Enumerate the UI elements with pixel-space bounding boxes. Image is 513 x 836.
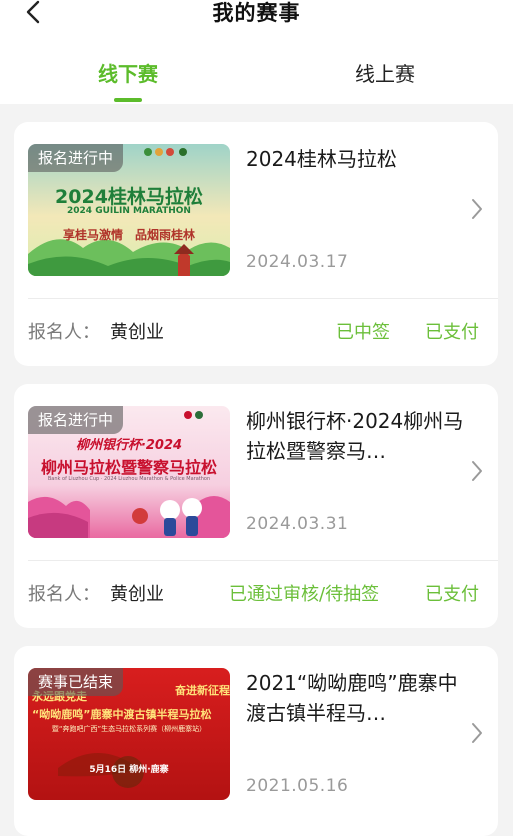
banner-slogan: 享桂马激情 品烟雨桂林 [62, 228, 195, 242]
lottery-status: 已中签 [336, 322, 390, 343]
event-card[interactable]: 2024桂林马拉松 2024 GUILIN MARATHON 享桂马激情 品烟雨… [14, 122, 498, 366]
chevron-right-icon[interactable] [469, 458, 485, 484]
status-badge: 赛事已结束 [28, 668, 124, 696]
banner-title: “呦呦鹿鸣”鹿寨中渡古镇半程马拉松 [32, 708, 212, 721]
event-title: 2024桂林马拉松 [246, 147, 397, 171]
payment-status: 已支付 [425, 322, 479, 343]
divider [28, 560, 498, 561]
tab-online[interactable]: 线上赛 [305, 58, 465, 87]
banner-title: 2024桂林马拉松 [55, 186, 203, 208]
event-banner: 永远跟党走 奋进新征程 “呦呦鹿鸣”鹿寨中渡古镇半程马拉松 暨“奔跑吧广西”生态… [28, 668, 230, 800]
banner-subtitle: Bank of Liuzhou Cup · 2024 Liuzhou Marat… [47, 476, 211, 482]
top-bar: 我的赛事 线下赛 线上赛 [0, 0, 513, 104]
registrant-label: 报名人： [28, 584, 100, 605]
banner-right-text: 奋进新征程 [175, 684, 230, 697]
event-title: 2021“呦呦鹿鸣”鹿寨中渡古镇半程马… [246, 671, 458, 725]
divider [28, 298, 498, 299]
event-date: 2024.03.17 [246, 252, 349, 272]
registrant-name: 黄创业 [110, 584, 164, 605]
registrant-name: 黄创业 [110, 322, 164, 343]
status-badge: 报名进行中 [28, 144, 124, 172]
banner-title: 柳州马拉松暨警察马拉松 [40, 458, 217, 477]
banner-title-top: 柳州银行杯·2024 [75, 438, 183, 453]
review-status: 已通过审核/待抽签 [229, 584, 380, 605]
tab-offline[interactable]: 线下赛 [48, 58, 208, 87]
event-card[interactable]: 柳州银行杯·2024 柳州马拉松暨警察马拉松 Bank of Liuzhou C… [14, 384, 498, 628]
event-date: 2024.03.31 [246, 514, 349, 534]
event-banner: 柳州银行杯·2024 柳州马拉松暨警察马拉松 Bank of Liuzhou C… [28, 406, 230, 538]
banner-subtitle: 暨“奔跑吧广西”生态马拉松系列赛（柳州鹿寨站） [51, 725, 207, 733]
payment-status: 已支付 [425, 584, 479, 605]
event-date: 2021.05.16 [246, 776, 349, 796]
event-banner: 2024桂林马拉松 2024 GUILIN MARATHON 享桂马激情 品烟雨… [28, 144, 230, 276]
chevron-right-icon[interactable] [469, 720, 485, 746]
banner-subtitle: 2024 GUILIN MARATHON [67, 206, 191, 216]
event-title: 柳州银行杯·2024柳州马拉松暨警察马… [246, 409, 464, 463]
event-card[interactable]: 永远跟党走 奋进新征程 “呦呦鹿鸣”鹿寨中渡古镇半程马拉松 暨“奔跑吧广西”生态… [14, 646, 498, 836]
tab-active-indicator [114, 98, 142, 102]
page-title: 我的赛事 [212, 1, 301, 25]
registrant-label: 报名人： [28, 322, 100, 343]
chevron-right-icon[interactable] [469, 196, 485, 222]
banner-date: 5月16日 柳州·鹿寨 [89, 765, 169, 775]
status-badge: 报名进行中 [28, 406, 124, 434]
